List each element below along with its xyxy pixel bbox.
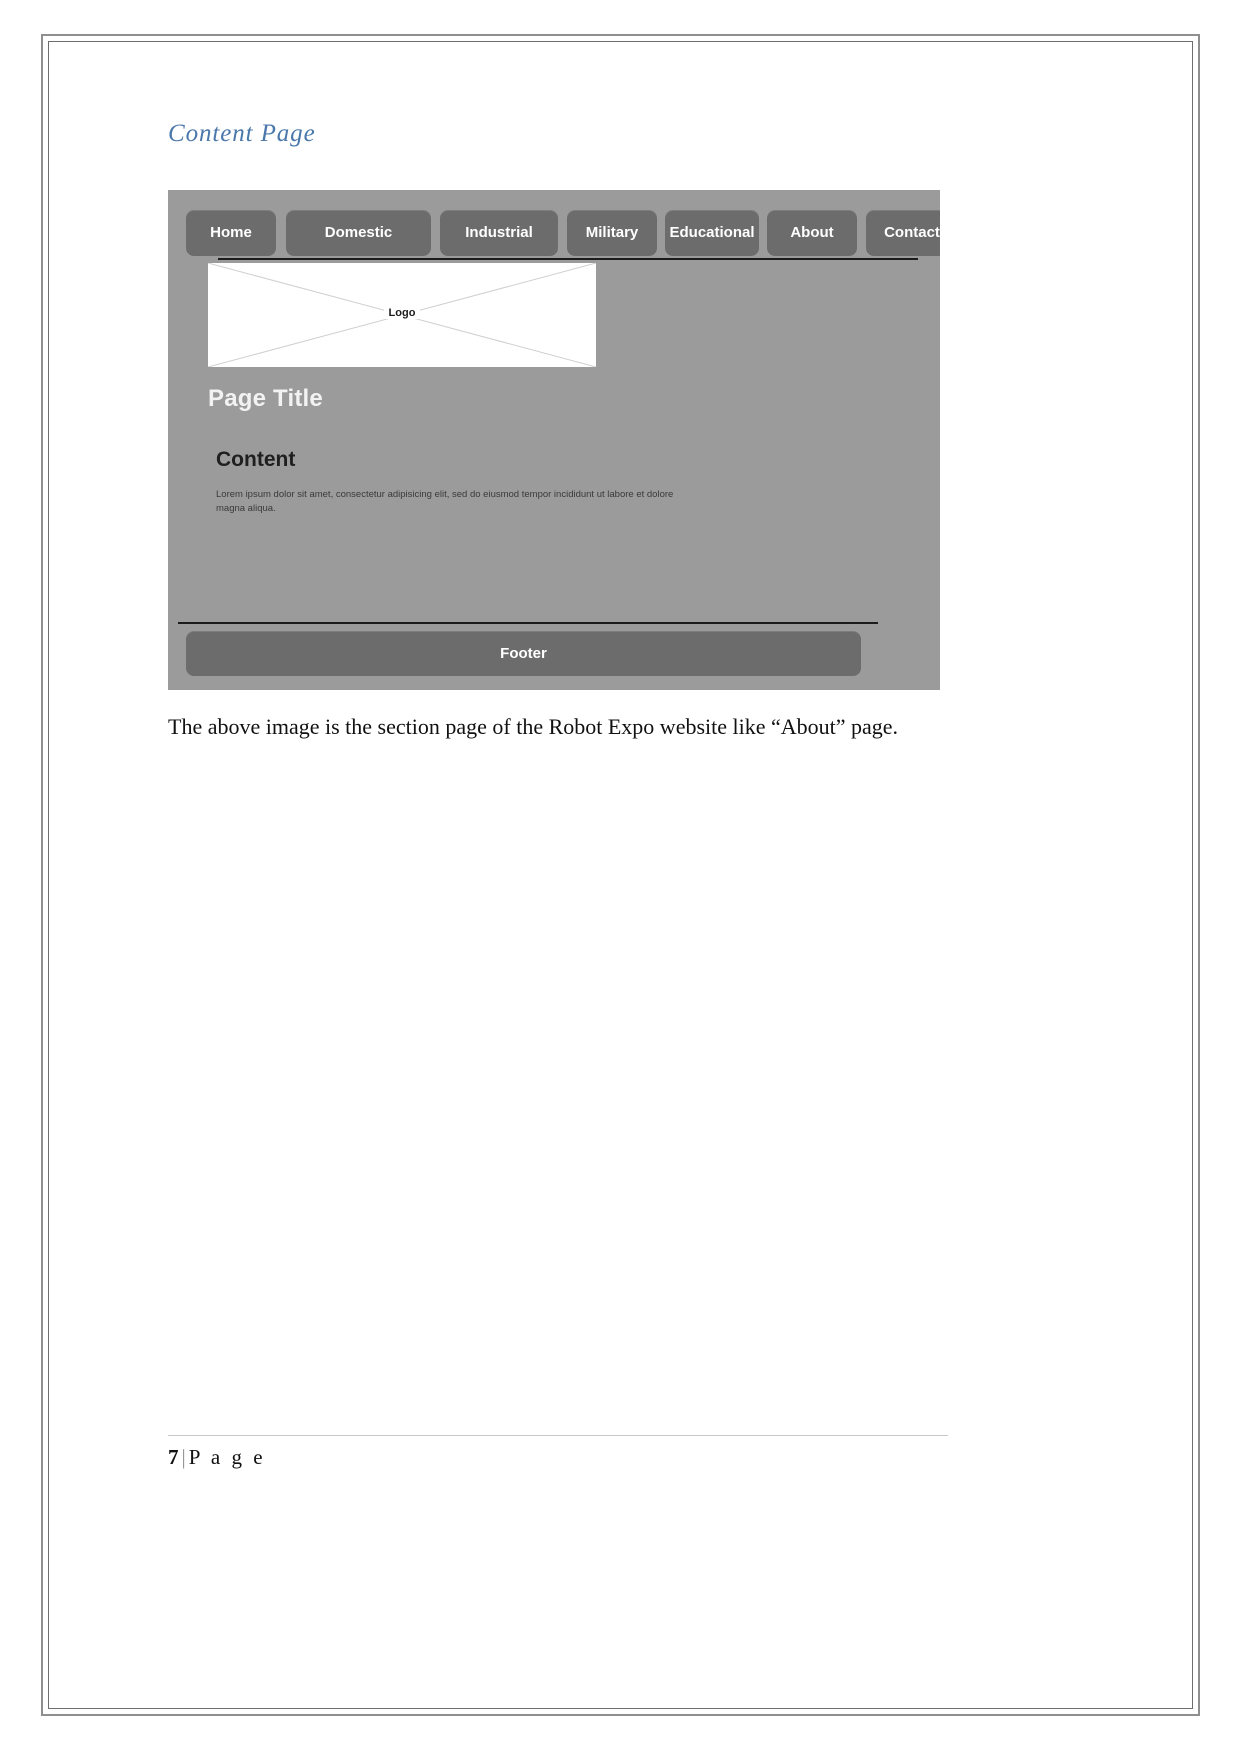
logo-label: Logo: [383, 306, 421, 319]
nav-item-domestic[interactable]: Domestic: [286, 209, 431, 256]
document-page: Content Page Home Domestic Industrial Mi…: [0, 0, 1241, 1754]
page-footer: 7 | P a g e: [168, 1435, 948, 1470]
mockup-content-heading: Content: [216, 447, 296, 471]
nav-item-label: Industrial: [465, 224, 533, 241]
nav-item-about[interactable]: About: [767, 209, 857, 256]
nav-item-educational[interactable]: Educational: [665, 209, 759, 256]
nav-item-label: Educational: [669, 224, 755, 241]
nav-divider-rule: [218, 257, 918, 260]
nav-item-label: Domestic: [324, 224, 393, 241]
nav-item-military[interactable]: Military: [567, 209, 657, 256]
figure-caption: The above image is the section page of t…: [168, 713, 899, 739]
mockup-navigation-bar: Home Domestic Industrial Military Educat…: [178, 200, 940, 258]
mockup-footer-bar[interactable]: Footer: [186, 630, 861, 676]
logo-label-wrap: Logo: [208, 306, 596, 319]
logo-placeholder: Logo: [208, 262, 596, 367]
nav-item-home[interactable]: Home: [186, 209, 276, 256]
nav-item-label: Home: [210, 224, 252, 241]
page-footer-separator: |: [181, 1445, 186, 1469]
mockup-canvas: Home Domestic Industrial Military Educat…: [178, 189, 940, 690]
nav-item-label: About: [790, 224, 834, 241]
page-footer-label: P a g e: [188, 1445, 266, 1469]
nav-item-contact[interactable]: Contact: [866, 209, 940, 256]
document-content-column: Content Page Home Domestic Industrial Mi…: [168, 120, 948, 763]
footer-divider-rule: [178, 621, 878, 624]
page-footer-text: 7 | P a g e: [168, 1445, 948, 1470]
nav-item-label: Contact: [884, 224, 940, 241]
page-number: 7: [168, 1445, 179, 1469]
nav-item-label: Military: [585, 224, 639, 241]
nav-item-industrial[interactable]: Industrial: [440, 209, 558, 256]
mockup-page-title: Page Title: [208, 384, 323, 412]
mockup-content-paragraph: Lorem ipsum dolor sit amet, consectetur …: [216, 488, 674, 514]
page-footer-divider: [168, 1435, 948, 1436]
wireframe-mockup-image: Home Domestic Industrial Military Educat…: [168, 189, 940, 690]
page-title: Content Page: [168, 120, 316, 147]
mockup-footer-label: Footer: [500, 644, 547, 662]
